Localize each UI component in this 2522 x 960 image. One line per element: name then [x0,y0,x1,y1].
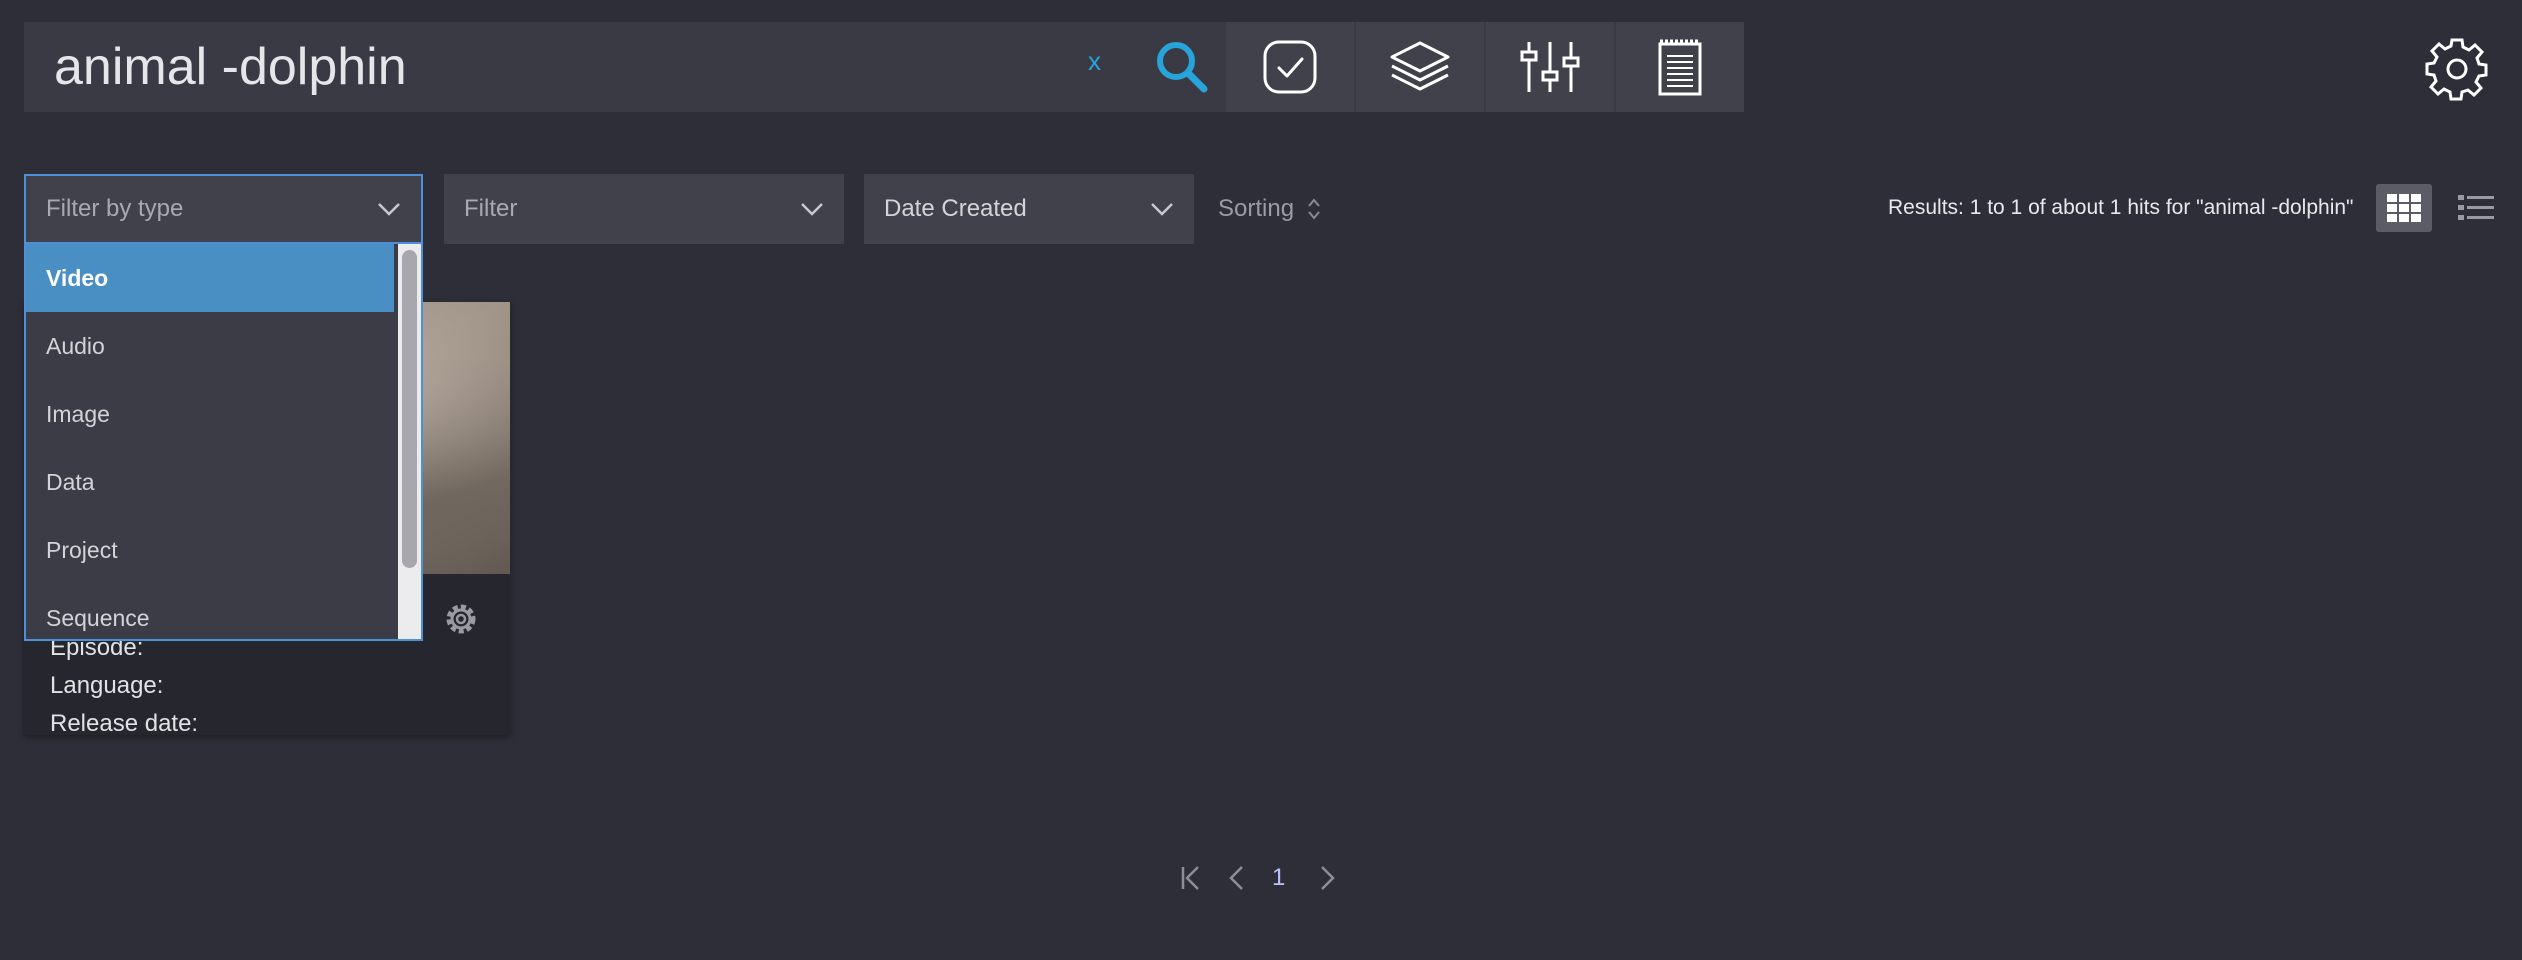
chevron-right-icon [1321,866,1335,890]
grid-icon [2387,194,2421,222]
notes-icon [1658,39,1702,96]
chevron-down-icon [378,203,400,216]
next-page-button[interactable] [1318,864,1336,897]
results-summary: Results: 1 to 1 of about 1 hits for "ani… [1888,196,2354,219]
first-page-icon [1181,866,1199,890]
dropdown-scrollbar[interactable] [398,244,421,639]
type-option-video[interactable]: Video [26,244,394,312]
first-page-button[interactable] [1180,864,1202,897]
type-option-project[interactable]: Project [26,516,394,584]
chevron-left-icon [1229,866,1243,890]
adjust-button[interactable] [1486,22,1614,112]
list-view-button[interactable] [2448,184,2504,232]
list-icon [2458,195,2494,220]
sorting-toggle[interactable]: Sorting [1218,174,1322,244]
filter-select[interactable]: Filter [444,174,844,244]
sort-icon [1308,198,1320,220]
grid-view-button[interactable] [2376,184,2432,232]
type-option-audio[interactable]: Audio [26,312,394,380]
gear-icon [446,604,476,634]
chevron-down-icon [1151,203,1173,216]
filter-placeholder: Filter [464,195,518,222]
date-created-label: Date Created [884,195,1027,222]
type-option-data[interactable]: Data [26,448,394,516]
notes-button[interactable] [1616,22,1744,112]
clear-search-button[interactable]: x [1088,46,1101,77]
search-bar: x [24,22,1744,112]
date-created-select[interactable]: Date Created [864,174,1194,244]
layers-button[interactable] [1356,22,1484,112]
gear-icon [2425,38,2488,101]
prev-page-button[interactable] [1228,864,1246,897]
settings-button[interactable] [2424,36,2490,102]
search-input[interactable] [54,38,1084,96]
type-filter-placeholder: Filter by type [46,195,184,222]
search-icon [1157,42,1208,93]
search-button[interactable] [1144,32,1220,102]
type-dropdown-list[interactable]: Video Audio Image Data Project Sequence [24,244,423,641]
card-settings-button[interactable] [444,602,478,636]
type-filter-select[interactable]: Filter by type [24,174,423,244]
page-number[interactable]: 1 [1272,864,1285,892]
release-date-label: Release date: [50,710,199,737]
check-icon [1263,40,1317,94]
type-option-image[interactable]: Image [26,380,394,448]
select-button[interactable] [1226,22,1354,112]
chevron-down-icon [801,203,823,216]
layers-icon [1390,41,1450,91]
scrollbar-thumb[interactable] [402,250,417,568]
language-label: Language: [50,672,164,699]
type-option-sequence[interactable]: Sequence [26,584,394,639]
sliders-icon [1520,42,1580,92]
sorting-label: Sorting [1218,195,1295,222]
